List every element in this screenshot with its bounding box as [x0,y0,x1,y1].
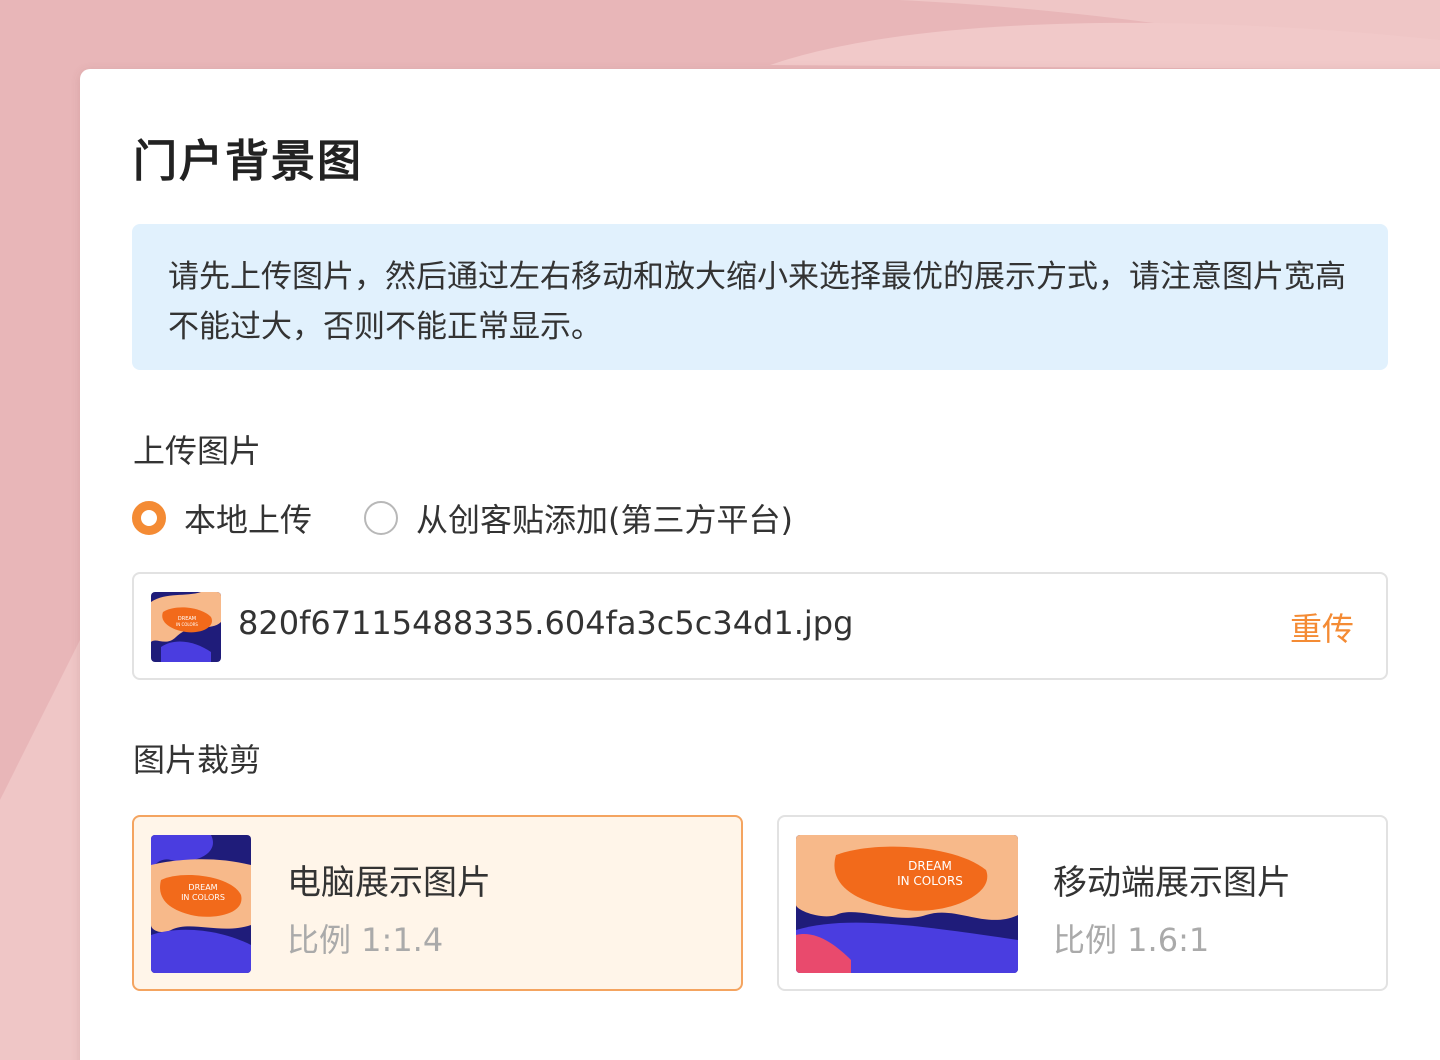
file-thumbnail: DREAM IN COLORS [151,592,221,662]
radio-chuangkit-upload[interactable]: 从创客贴添加(第三方平台) [364,495,793,541]
settings-panel: 门户背景图 请先上传图片，然后通过左右移动和放大缩小来选择最优的展示方式，请注意… [80,69,1440,1060]
page-title: 门户背景图 [133,136,363,187]
radio-local-upload-label: 本地上传 [184,501,313,539]
uploaded-file-row: DREAM IN COLORS 820f67115488335.604fa3c5… [132,572,1388,680]
notice-banner: 请先上传图片，然后通过左右移动和放大缩小来选择最优的展示方式，请注意图片宽高不能… [132,224,1388,370]
svg-text:DREAM: DREAM [908,859,952,873]
crop-card-mobile-ratio: 比例 1.6:1 [1053,921,1210,959]
svg-text:DREAM: DREAM [188,883,217,892]
svg-text:IN COLORS: IN COLORS [181,893,225,902]
radio-unchecked-icon [364,501,399,535]
crop-card-desktop[interactable]: DREAM IN COLORS 电脑展示图片 比例 1:1.4 [132,815,743,991]
crop-card-mobile[interactable]: DREAM IN COLORS 移动端展示图片 比例 1.6:1 [777,815,1388,991]
mobile-crop-thumbnail: DREAM IN COLORS [796,835,1018,973]
radio-checked-icon [132,501,166,535]
reupload-button[interactable]: 重传 [1290,604,1354,650]
radio-local-upload[interactable]: 本地上传 [132,495,312,541]
radio-chuangkit-upload-label: 从创客贴添加(第三方平台) [416,501,793,539]
svg-text:IN COLORS: IN COLORS [176,622,198,627]
crop-section-label: 图片裁剪 [133,741,262,779]
svg-text:IN COLORS: IN COLORS [897,874,963,888]
crop-card-desktop-ratio: 比例 1:1.4 [287,921,444,959]
file-name: 820f67115488335.604fa3c5c34d1.jpg [238,604,854,642]
upload-section-label: 上传图片 [133,432,262,470]
upload-source-radio-group: 本地上传 从创客贴添加(第三方平台) [132,495,793,541]
desktop-crop-thumbnail: DREAM IN COLORS [151,835,251,973]
crop-card-desktop-title: 电脑展示图片 [287,863,491,903]
crop-card-mobile-title: 移动端展示图片 [1053,863,1291,903]
